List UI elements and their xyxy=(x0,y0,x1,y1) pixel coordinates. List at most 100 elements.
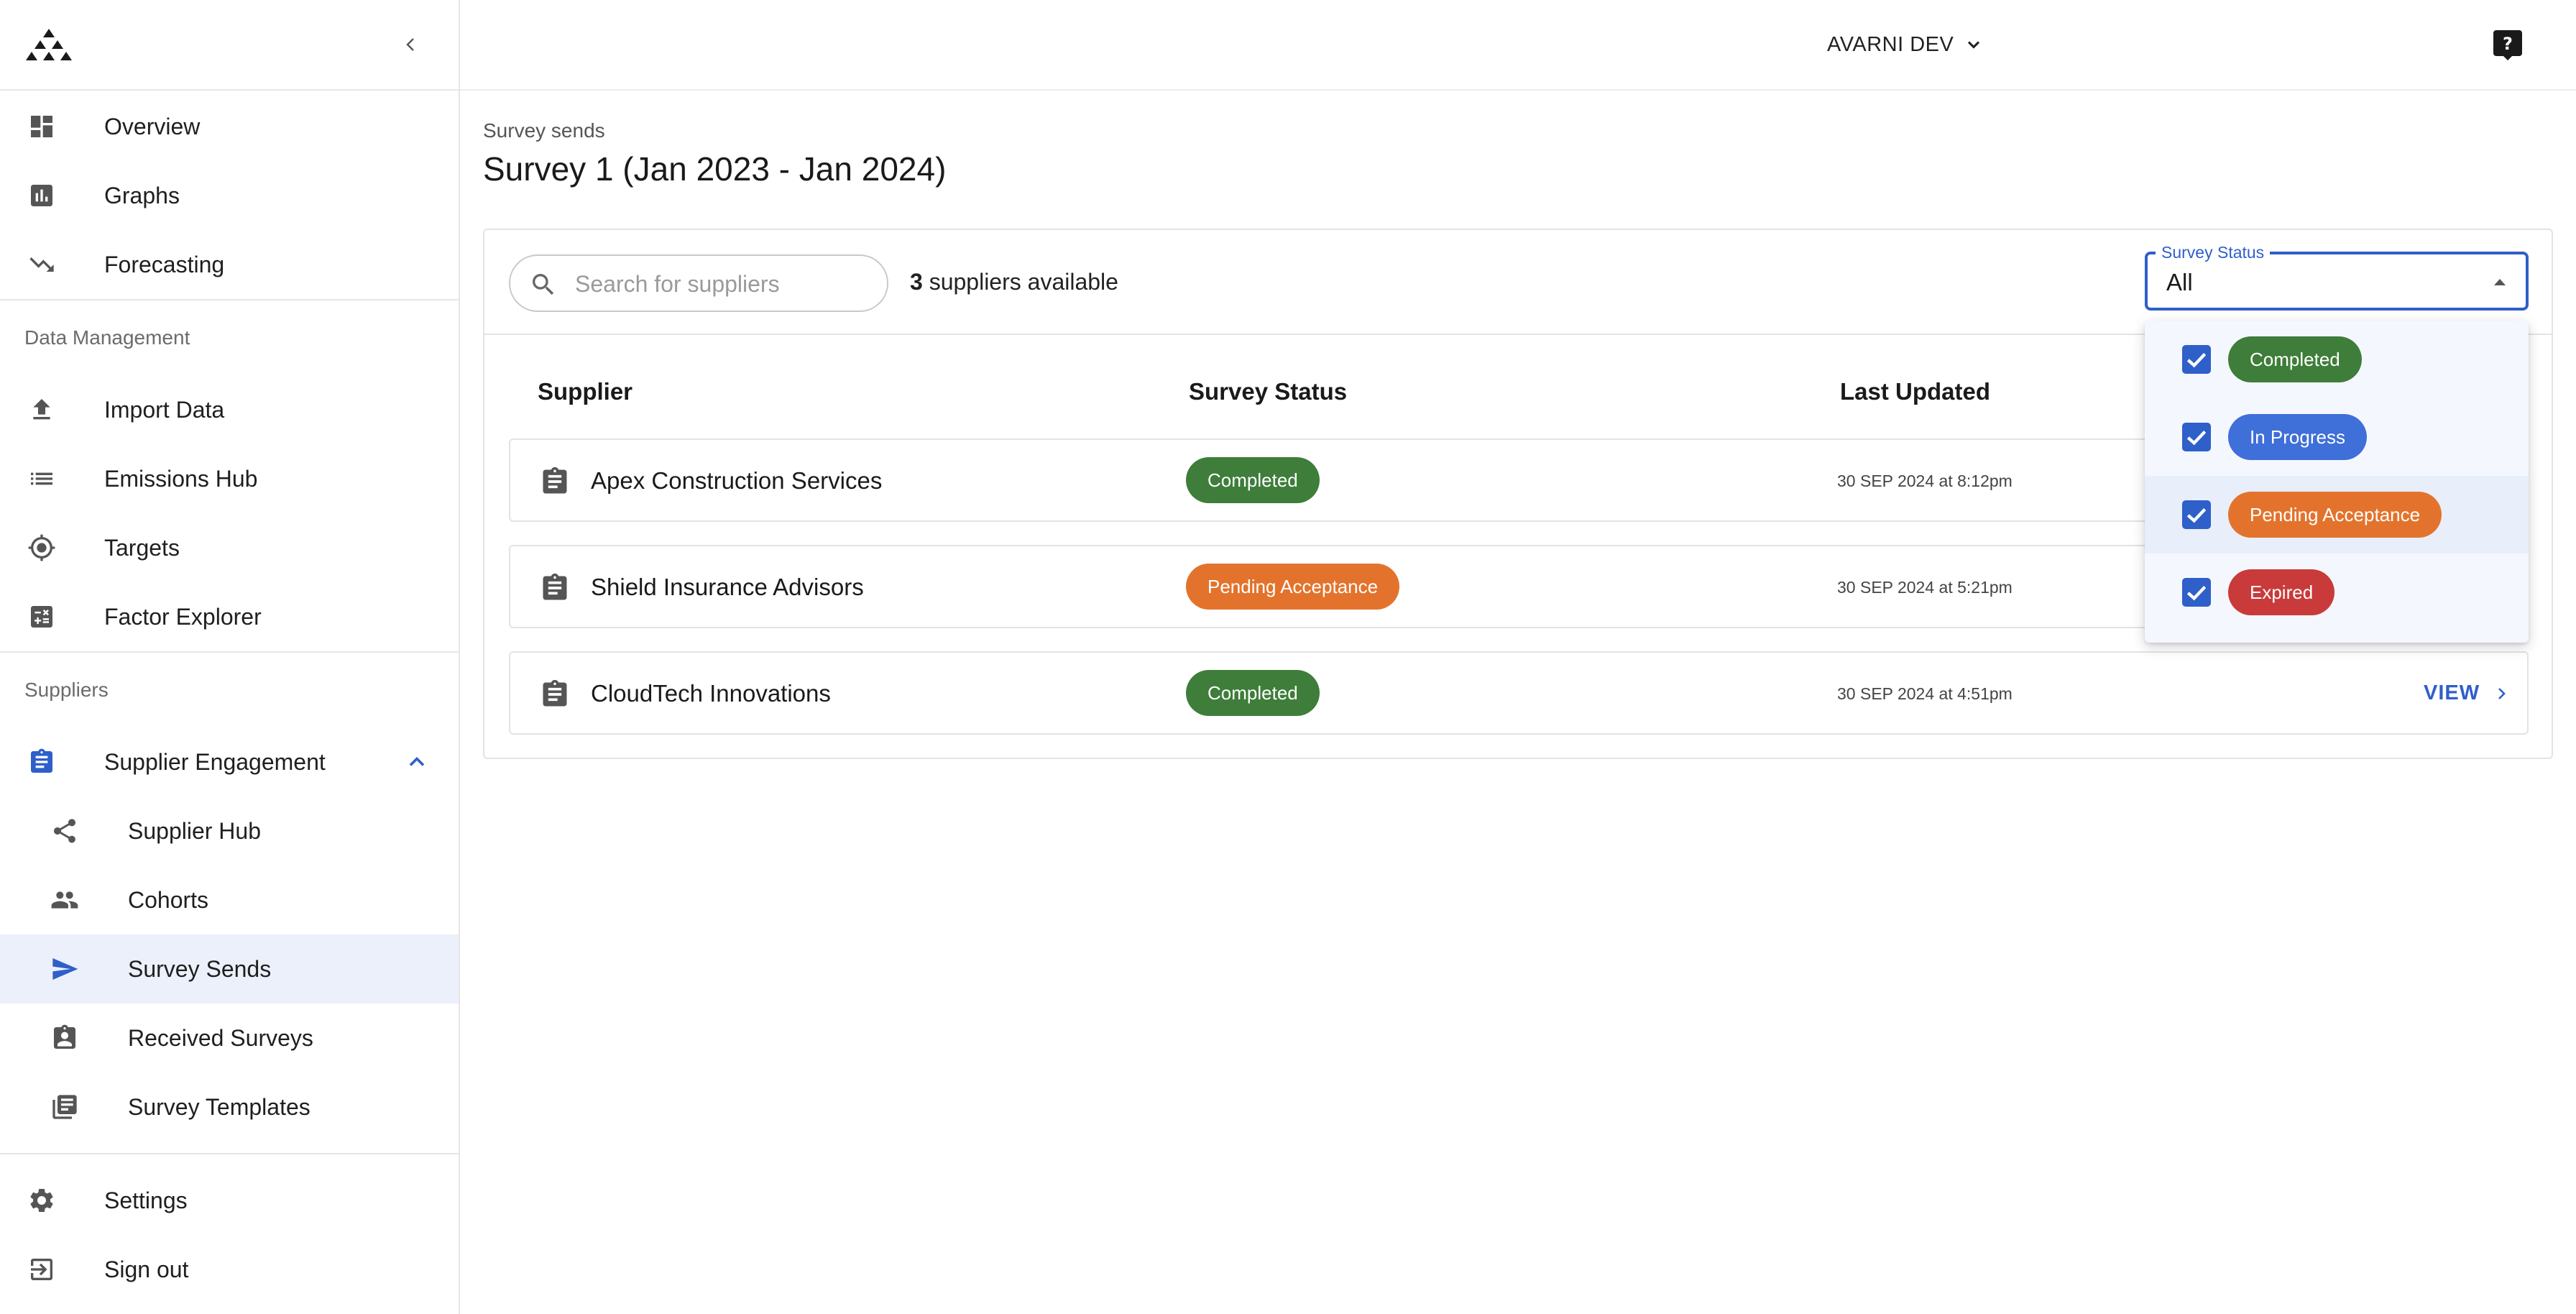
sidebar-item-label: Supplier Hub xyxy=(128,817,261,844)
org-switcher[interactable]: AVARNI DEV xyxy=(1827,30,1984,59)
list-icon xyxy=(24,461,59,496)
help-icon[interactable]: ? xyxy=(2490,27,2525,62)
upload-icon xyxy=(24,392,59,427)
sidebar-item-targets[interactable]: Targets xyxy=(0,513,459,582)
last-updated: 30 SEP 2024 at 5:21pm xyxy=(1837,578,2012,597)
check-icon xyxy=(2186,353,2207,368)
sidebar-item-graphs[interactable]: Graphs xyxy=(0,161,459,230)
sidebar-item-survey-sends[interactable]: Survey Sends xyxy=(0,934,459,1003)
status-option-label: In Progress xyxy=(2228,414,2367,460)
survey-status-menu: Completed In Progress Pending Acceptance… xyxy=(2145,321,2529,643)
trending-down-icon xyxy=(24,247,59,282)
clipboard-icon xyxy=(24,745,59,779)
status-option-label: Pending Acceptance xyxy=(2228,492,2442,538)
sidebar-item-label: Survey Sends xyxy=(128,955,272,982)
sidebar-item-label: Supplier Engagement xyxy=(104,748,326,775)
supplier-search[interactable] xyxy=(509,254,888,312)
avarni-logo[interactable] xyxy=(26,27,72,63)
column-header-last-updated[interactable]: Last Updated xyxy=(1840,378,1990,405)
gear-icon xyxy=(24,1183,59,1218)
checkbox[interactable] xyxy=(2182,500,2211,529)
status-option-in-progress[interactable]: In Progress xyxy=(2145,398,2529,476)
check-icon xyxy=(2186,431,2207,446)
check-icon xyxy=(2186,508,2207,523)
last-updated: 30 SEP 2024 at 8:12pm xyxy=(1837,472,2012,490)
sidebar-item-label: Targets xyxy=(104,534,180,561)
sidebar-divider xyxy=(0,1153,459,1154)
sidebar-item-forecasting[interactable]: Forecasting xyxy=(0,230,459,299)
chevron-right-icon xyxy=(2498,687,2506,699)
sidebar-item-emissions-hub[interactable]: Emissions Hub xyxy=(0,444,459,513)
available-count-text: suppliers available xyxy=(922,269,1118,295)
status-badge: Completed xyxy=(1186,670,1320,716)
sidebar-item-label: Forecasting xyxy=(104,251,225,277)
table-row[interactable]: CloudTech Innovations Completed 30 SEP 2… xyxy=(509,651,2529,735)
view-button[interactable]: VIEW xyxy=(2424,681,2510,705)
bar-chart-icon xyxy=(24,178,59,213)
available-count-number: 3 xyxy=(910,269,923,295)
sidebar-item-label: Emissions Hub xyxy=(104,465,258,492)
checkbox[interactable] xyxy=(2182,578,2211,607)
checkbox[interactable] xyxy=(2182,345,2211,374)
sidebar-header xyxy=(0,0,459,91)
status-option-pending-acceptance[interactable]: Pending Acceptance xyxy=(2145,476,2529,553)
sidebar-item-sign-out[interactable]: Sign out xyxy=(0,1235,459,1304)
sidebar-divider xyxy=(0,651,459,653)
people-icon xyxy=(47,883,82,917)
sidebar-item-label: Cohorts xyxy=(128,886,209,913)
supplier-name: Apex Construction Services xyxy=(591,467,883,494)
sidebar-item-label: Settings xyxy=(104,1187,188,1213)
dashboard-icon xyxy=(24,109,59,144)
sidebar-item-import-data[interactable]: Import Data xyxy=(0,375,459,444)
suppliers-available-count: 3 suppliers available xyxy=(910,269,1118,295)
sidebar-item-received-surveys[interactable]: Received Surveys xyxy=(0,1003,459,1072)
supplier-name: Shield Insurance Advisors xyxy=(591,574,864,600)
sidebar-item-supplier-hub[interactable]: Supplier Hub xyxy=(0,796,459,865)
sidebar-item-survey-templates[interactable]: Survey Templates xyxy=(0,1072,459,1141)
assignment-icon xyxy=(543,573,567,600)
org-name: AVARNI DEV xyxy=(1827,32,1954,56)
sidebar-item-supplier-engagement[interactable]: Supplier Engagement xyxy=(0,727,459,796)
checkbox[interactable] xyxy=(2182,423,2211,451)
assignment-icon xyxy=(543,467,567,494)
sign-out-icon xyxy=(24,1252,59,1287)
sidebar-item-factor-explorer[interactable]: Factor Explorer xyxy=(0,582,459,651)
sidebar-item-label: Received Surveys xyxy=(128,1024,313,1051)
chevron-left-icon xyxy=(406,38,414,51)
sidebar-divider xyxy=(0,299,459,300)
search-input[interactable] xyxy=(575,266,877,302)
sidebar-item-cohorts[interactable]: Cohorts xyxy=(0,865,459,934)
sidebar: Overview Graphs Forecasting Data Managem… xyxy=(0,0,460,1314)
status-option-expired[interactable]: Expired xyxy=(2145,553,2529,631)
sidebar-item-settings[interactable]: Settings xyxy=(0,1166,459,1235)
sidebar-item-overview[interactable]: Overview xyxy=(0,92,459,161)
column-header-survey-status[interactable]: Survey Status xyxy=(1189,378,1347,405)
check-icon xyxy=(2186,586,2207,601)
top-bar xyxy=(460,0,2576,91)
target-icon xyxy=(24,530,59,565)
assignment-ind-icon xyxy=(47,1021,82,1055)
section-title-suppliers: Suppliers xyxy=(24,679,109,701)
calculator-icon xyxy=(24,599,59,634)
supplier-name: CloudTech Innovations xyxy=(591,680,831,707)
caret-up-icon xyxy=(2494,279,2506,285)
status-option-completed[interactable]: Completed xyxy=(2145,321,2529,398)
breadcrumb[interactable]: Survey sends xyxy=(483,119,605,142)
sidebar-item-label: Graphs xyxy=(104,182,180,208)
page-title: Survey 1 (Jan 2023 - Jan 2024) xyxy=(483,150,947,188)
collapse-sidebar-button[interactable] xyxy=(397,30,426,59)
sidebar-item-label: Overview xyxy=(104,113,201,139)
column-header-supplier[interactable]: Supplier xyxy=(538,378,632,405)
share-icon xyxy=(47,814,82,848)
status-option-label: Completed xyxy=(2228,336,2362,382)
send-icon xyxy=(47,952,82,986)
status-option-label: Expired xyxy=(2228,569,2335,615)
select-value: All xyxy=(2166,269,2193,295)
chevron-up-icon xyxy=(409,756,425,766)
view-label: VIEW xyxy=(2424,681,2480,704)
chevron-down-icon xyxy=(1968,41,1980,49)
section-title-data-management: Data Management xyxy=(24,326,190,349)
library-books-icon xyxy=(47,1090,82,1124)
status-badge: Completed xyxy=(1186,457,1320,503)
status-badge: Pending Acceptance xyxy=(1186,564,1400,610)
